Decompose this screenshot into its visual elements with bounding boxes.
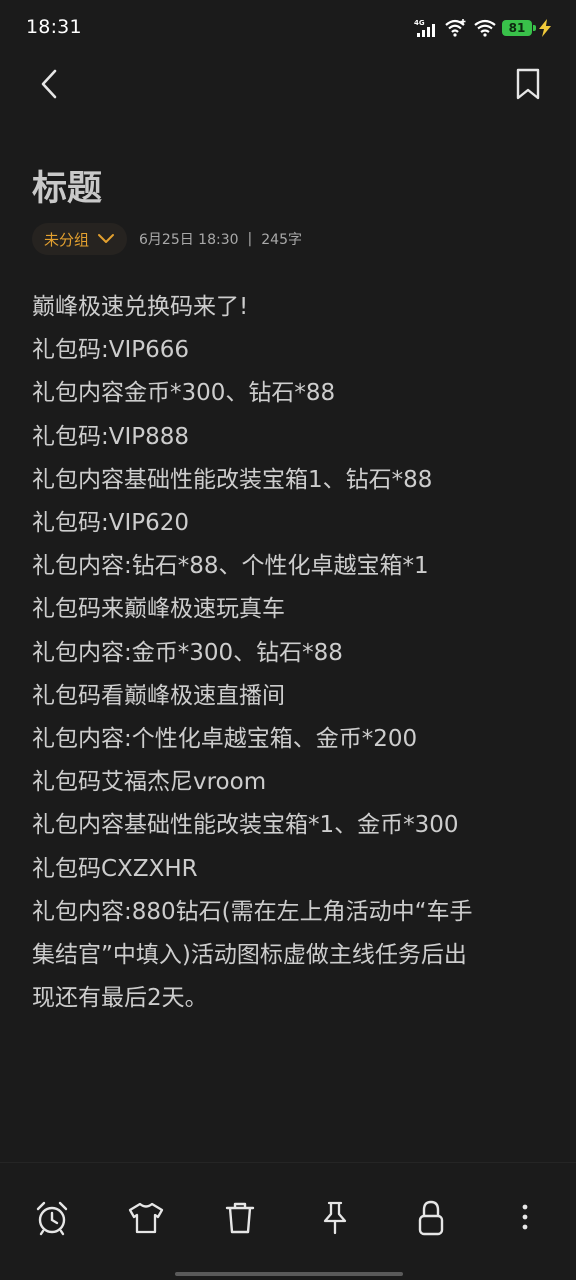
toolbar-divider (0, 1162, 576, 1163)
note-line: 现还有最后2天。 (32, 985, 208, 1012)
note-date: 6月25日 18:30 (139, 232, 239, 248)
battery-cap (533, 25, 536, 31)
note-line: 礼包内容基础性能改装宝箱*1、金币*300 (32, 812, 459, 839)
lock-button[interactable] (409, 1196, 453, 1240)
note-title[interactable]: 标题 (32, 160, 102, 211)
more-button[interactable] (503, 1196, 547, 1240)
bottom-toolbar (0, 1186, 576, 1250)
note-meta: 未分组 6月25日 18:30 | 245字 (32, 222, 302, 256)
group-label: 未分组 (44, 230, 90, 249)
status-time: 18:31 (26, 16, 82, 38)
note-line: 礼包内容:钻石*88、个性化卓越宝箱*1 (32, 553, 429, 580)
note-line: 礼包码来巅峰极速玩真车 (32, 596, 285, 623)
note-line: 礼包内容:880钻石(需在左上角活动中“车手 (32, 898, 473, 925)
bookmark-button[interactable] (506, 62, 550, 106)
top-nav (0, 56, 576, 112)
pin-button[interactable] (313, 1196, 357, 1240)
wifi-plus-icon (445, 19, 466, 37)
lock-icon (418, 1200, 444, 1236)
cellular-signal-icon: 4G (414, 19, 435, 37)
note-line: 礼包内容金币*300、钻石*88 (32, 380, 336, 407)
alarm-clock-icon (36, 1201, 68, 1236)
chevron-left-icon (41, 69, 57, 99)
trash-icon (225, 1202, 255, 1234)
note-line: 礼包码:VIP666 (32, 337, 190, 364)
note-line: 礼包码看巅峰极速直播间 (32, 682, 285, 709)
word-count: 245字 (261, 232, 302, 248)
pin-icon (323, 1201, 347, 1235)
note-line: 礼包码CXZXHR (32, 855, 198, 882)
status-icons: 4G 81 (414, 16, 552, 40)
network-type-label: 4G (414, 19, 425, 27)
note-line: 集结官”中填入)活动图标虚做主线任务后出 (32, 942, 467, 969)
home-indicator[interactable] (175, 1272, 403, 1276)
group-selector[interactable]: 未分组 (32, 223, 128, 255)
bookmark-icon (516, 68, 540, 100)
wifi-icon (474, 19, 496, 37)
note-line: 礼包码:VIP888 (32, 423, 190, 450)
status-bar: 18:31 4G 81 (0, 0, 576, 56)
note-line: 礼包码艾福杰尼vroom (32, 769, 267, 796)
tshirt-icon (128, 1202, 164, 1234)
note-line: 巅峰极速兑换码来了! (32, 294, 249, 320)
back-button[interactable] (28, 62, 72, 106)
note-body[interactable]: 巅峰极速兑换码来了! 礼包码:VIP666 礼包内容金币*300、钻石*88 礼… (32, 286, 544, 1020)
theme-button[interactable] (124, 1196, 168, 1240)
reminder-button[interactable] (30, 1196, 74, 1240)
delete-button[interactable] (218, 1196, 262, 1240)
note-line: 礼包码:VIP620 (32, 510, 190, 537)
more-vertical-icon (522, 1204, 528, 1230)
note-line: 礼包内容基础性能改装宝箱1、钻石*88 (32, 466, 433, 493)
battery-indicator: 81 (502, 20, 536, 36)
chevron-down-icon (98, 234, 115, 243)
note-line: 礼包内容:金币*300、钻石*88 (32, 639, 343, 666)
battery-level: 81 (508, 21, 526, 35)
charging-bolt-icon (539, 19, 551, 37)
note-line: 礼包内容:个性化卓越宝箱、金币*200 (32, 726, 418, 753)
meta-separator: | (247, 231, 253, 247)
